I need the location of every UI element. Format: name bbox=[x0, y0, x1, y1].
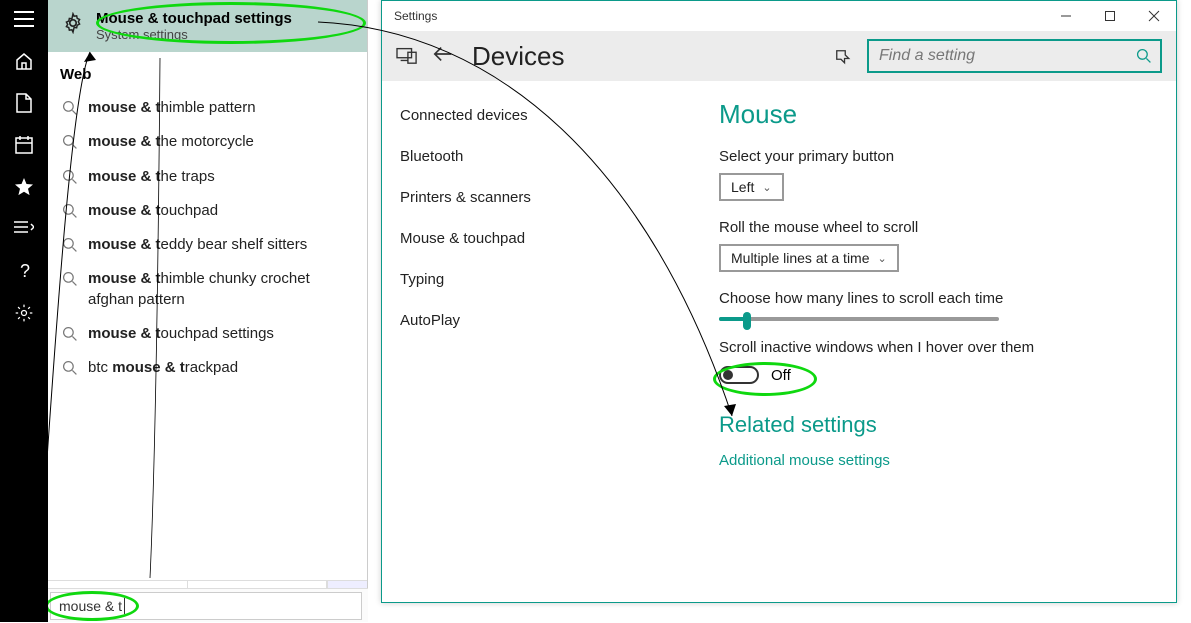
search-panel: Mouse & touchpad settings System setting… bbox=[48, 0, 368, 622]
maximize-button[interactable] bbox=[1088, 1, 1132, 31]
taskbar-search-input[interactable]: mouse & t bbox=[50, 592, 362, 620]
web-result-text: mouse & thimble pattern bbox=[88, 98, 256, 118]
page-title: Devices bbox=[472, 41, 564, 72]
web-result[interactable]: mouse & thimble chunky crochet afghan pa… bbox=[60, 262, 355, 317]
settings-nav: Connected devicesBluetoothPrinters & sca… bbox=[382, 81, 697, 602]
nav-item[interactable]: AutoPlay bbox=[382, 300, 697, 341]
chevron-down-icon: ⌄ bbox=[762, 181, 771, 194]
nav-item[interactable]: Bluetooth bbox=[382, 136, 697, 177]
section-heading: Mouse bbox=[719, 99, 1154, 130]
settings-window: Settings Devices Find a setting Connecte… bbox=[381, 0, 1177, 603]
window-titlebar[interactable]: Settings bbox=[382, 1, 1176, 31]
web-results: Web mouse & thimble pattern mouse & the m… bbox=[48, 52, 367, 580]
nav-item[interactable]: Mouse & touchpad bbox=[382, 218, 697, 259]
search-icon bbox=[62, 271, 78, 287]
settings-content: Mouse Select your primary button Left ⌄ … bbox=[697, 81, 1176, 602]
nav-item[interactable]: Connected devices bbox=[382, 95, 697, 136]
search-icon bbox=[62, 169, 78, 185]
taskbar: mouse & t bbox=[0, 588, 368, 622]
web-result[interactable]: mouse & the traps bbox=[60, 160, 355, 194]
list-icon[interactable] bbox=[13, 218, 35, 240]
primary-button-dropdown[interactable]: Left ⌄ bbox=[719, 173, 784, 201]
web-result[interactable]: mouse & the motorcycle bbox=[60, 125, 355, 159]
search-text: mouse & t bbox=[59, 598, 122, 614]
help-icon[interactable]: ? bbox=[13, 260, 35, 282]
additional-mouse-settings-link[interactable]: Additional mouse settings bbox=[719, 452, 1154, 469]
devices-icon[interactable] bbox=[396, 45, 418, 67]
dropdown-value: Multiple lines at a time bbox=[731, 250, 870, 266]
web-result-text: mouse & touchpad bbox=[88, 201, 218, 221]
web-section-label: Web bbox=[60, 66, 355, 83]
home-icon[interactable] bbox=[13, 50, 35, 72]
cortana-icon-bar: ? bbox=[0, 0, 48, 622]
scroll-wheel-label: Roll the mouse wheel to scroll bbox=[719, 219, 1154, 236]
window-title: Settings bbox=[394, 9, 437, 23]
settings-header: Devices Find a setting bbox=[382, 31, 1176, 81]
text-caret bbox=[124, 598, 125, 614]
search-placeholder: Find a setting bbox=[879, 47, 975, 65]
top-result-title: Mouse & touchpad settings bbox=[96, 10, 292, 27]
web-result-text: mouse & thimble chunky crochet afghan pa… bbox=[88, 269, 353, 310]
close-button[interactable] bbox=[1132, 1, 1176, 31]
primary-button-label: Select your primary button bbox=[719, 148, 1154, 165]
search-icon bbox=[62, 326, 78, 342]
settings-icon[interactable] bbox=[13, 302, 35, 324]
calendar-icon[interactable] bbox=[13, 134, 35, 156]
search-icon bbox=[62, 360, 78, 376]
related-heading: Related settings bbox=[719, 412, 1154, 438]
toggle-value: Off bbox=[771, 367, 791, 384]
dropdown-value: Left bbox=[731, 179, 754, 195]
toggle-knob bbox=[723, 370, 733, 380]
lines-label: Choose how many lines to scroll each tim… bbox=[719, 290, 1154, 307]
web-result-text: btc mouse & trackpad bbox=[88, 358, 238, 378]
inactive-scroll-toggle[interactable] bbox=[719, 366, 759, 384]
web-result-text: mouse & the motorcycle bbox=[88, 132, 254, 152]
gear-icon bbox=[62, 12, 84, 34]
find-setting-input[interactable]: Find a setting bbox=[867, 39, 1162, 73]
search-icon bbox=[1136, 48, 1152, 64]
back-button[interactable] bbox=[432, 45, 454, 67]
minimize-button[interactable] bbox=[1044, 1, 1088, 31]
inactive-scroll-label: Scroll inactive windows when I hover ove… bbox=[719, 339, 1154, 356]
pin-icon[interactable] bbox=[831, 45, 853, 67]
chevron-down-icon: ⌄ bbox=[878, 252, 887, 265]
web-result-text: mouse & the traps bbox=[88, 167, 215, 187]
search-icon bbox=[62, 203, 78, 219]
web-result[interactable]: btc mouse & trackpad bbox=[60, 351, 355, 385]
lines-slider[interactable] bbox=[719, 317, 999, 321]
web-result-text: mouse & teddy bear shelf sitters bbox=[88, 235, 307, 255]
slider-thumb[interactable] bbox=[743, 312, 751, 330]
menu-icon[interactable] bbox=[13, 8, 35, 30]
web-result[interactable]: mouse & touchpad settings bbox=[60, 317, 355, 351]
web-result[interactable]: mouse & teddy bear shelf sitters bbox=[60, 228, 355, 262]
web-result[interactable]: mouse & thimble pattern bbox=[60, 91, 355, 125]
search-icon bbox=[62, 134, 78, 150]
web-result-text: mouse & touchpad settings bbox=[88, 324, 274, 344]
nav-item[interactable]: Printers & scanners bbox=[382, 177, 697, 218]
nav-item[interactable]: Typing bbox=[382, 259, 697, 300]
document-icon[interactable] bbox=[13, 92, 35, 114]
top-search-result[interactable]: Mouse & touchpad settings System setting… bbox=[48, 0, 367, 52]
scroll-wheel-dropdown[interactable]: Multiple lines at a time ⌄ bbox=[719, 244, 899, 272]
web-result[interactable]: mouse & touchpad bbox=[60, 194, 355, 228]
search-icon bbox=[62, 100, 78, 116]
search-icon bbox=[62, 237, 78, 253]
svg-text:?: ? bbox=[20, 261, 30, 281]
top-result-subtitle: System settings bbox=[96, 27, 292, 42]
star-icon[interactable] bbox=[13, 176, 35, 198]
